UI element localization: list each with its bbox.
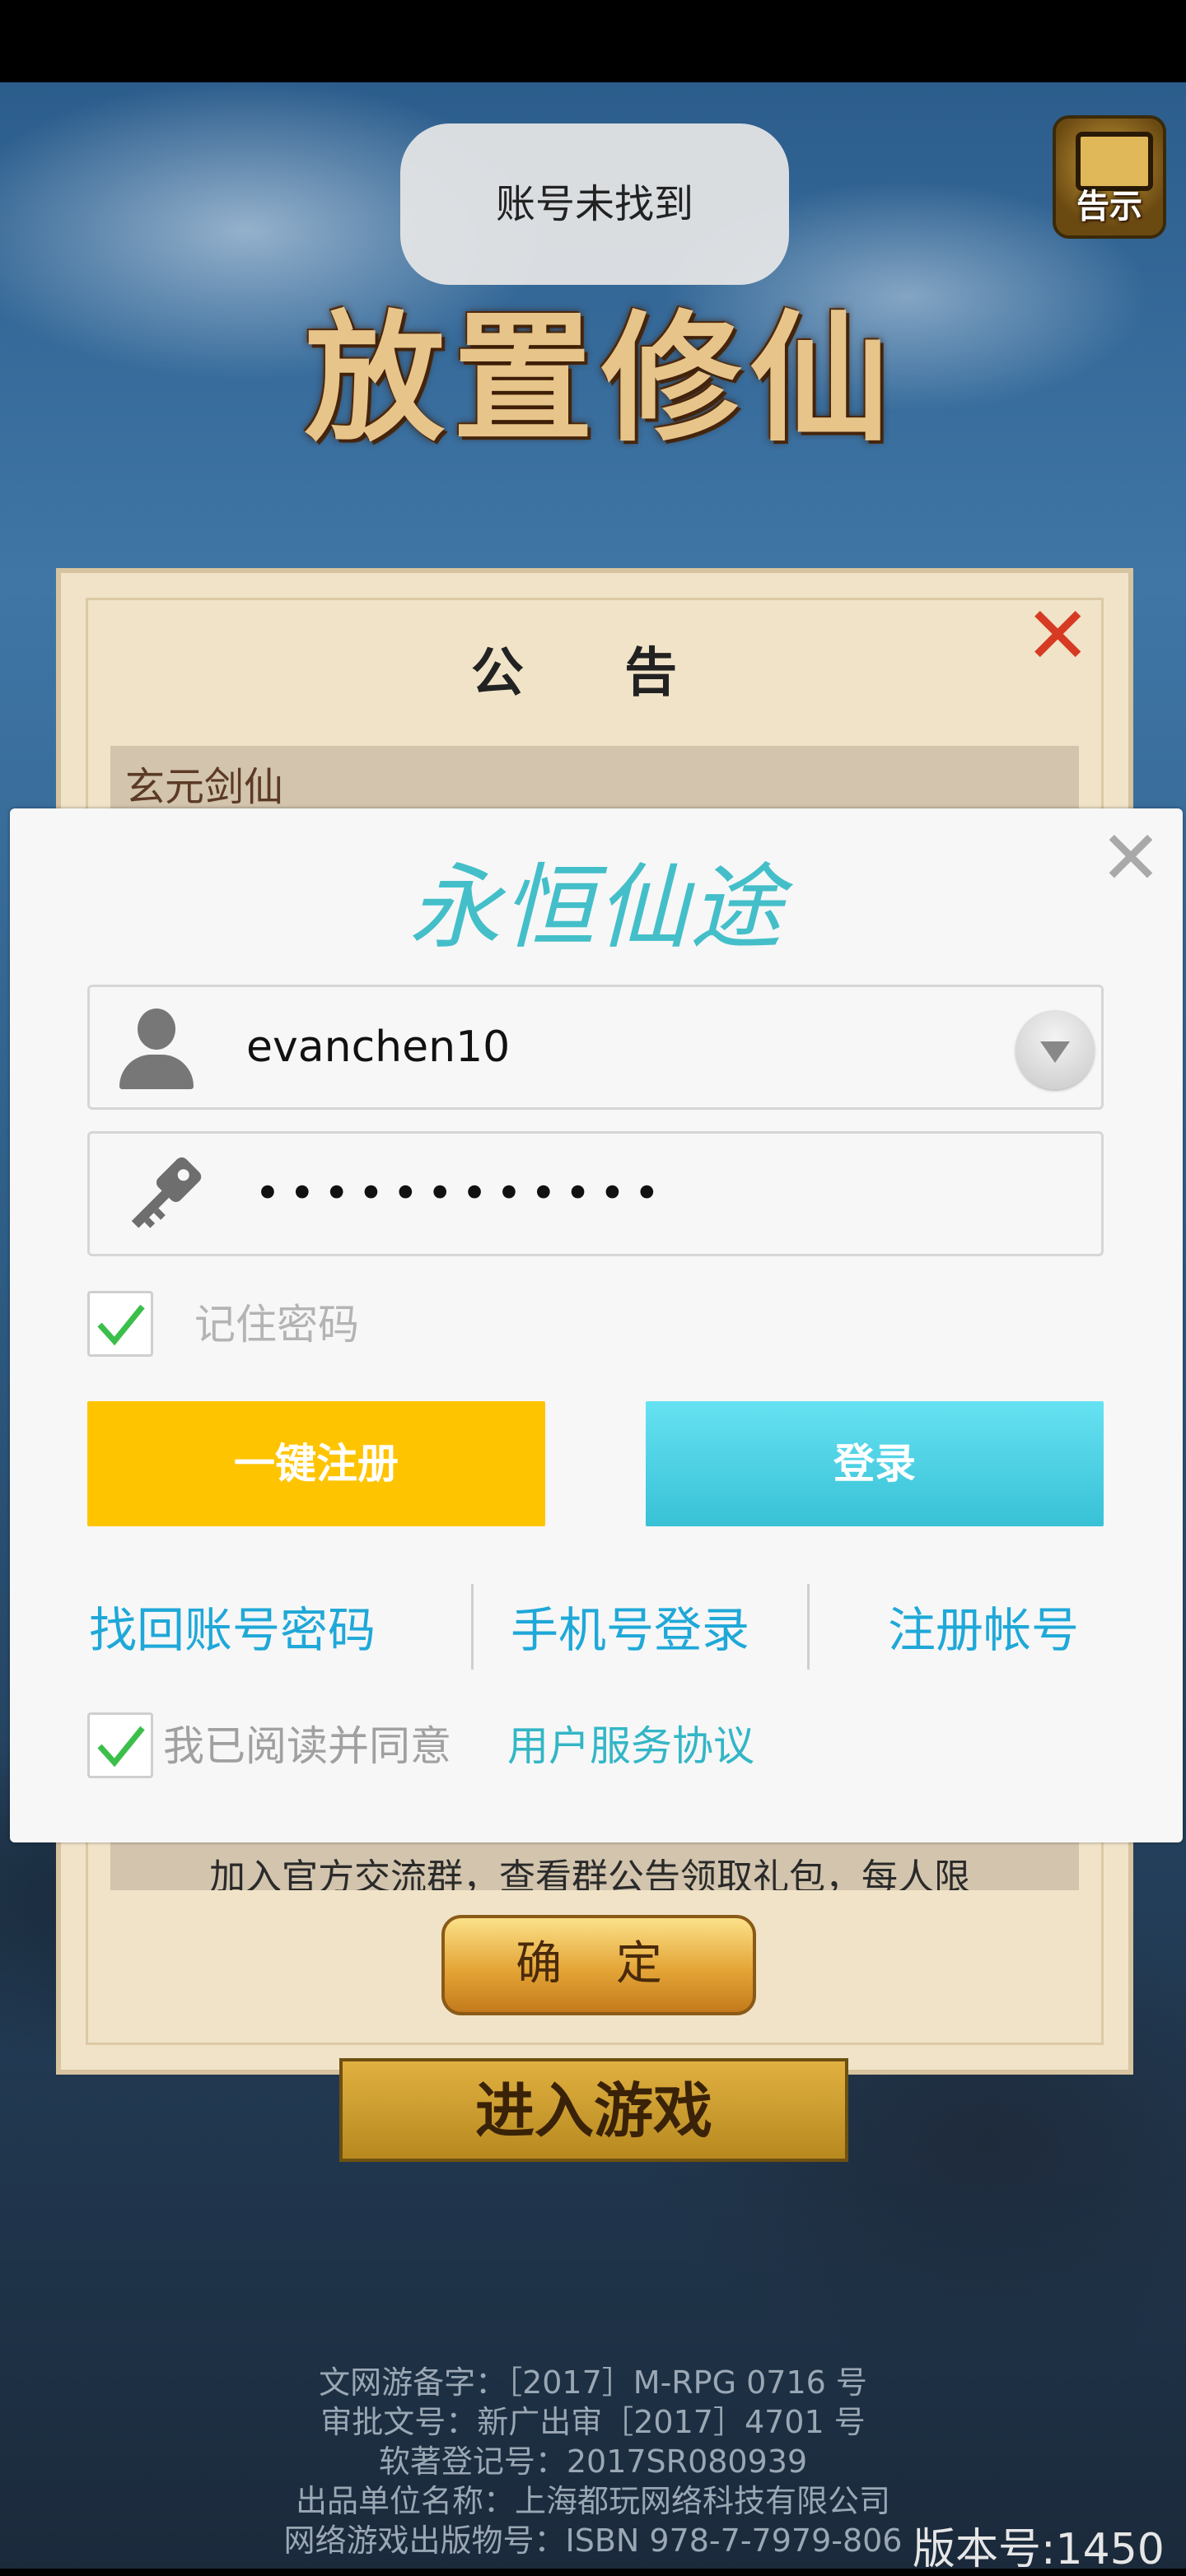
user-agreement-link[interactable]: 用户服务协议 xyxy=(507,1712,754,1780)
notice-board-label: 告示 xyxy=(1076,187,1142,226)
game-logo: 放置修仙 xyxy=(304,296,898,461)
signup-link[interactable]: 注册帐号 xyxy=(888,1589,1079,1671)
announcement-confirm-button[interactable]: 确 定 xyxy=(441,1915,756,2015)
announcement-close-icon[interactable]: ✕ xyxy=(1025,596,1090,675)
login-dialog: ✕ 永恒仙途 evanchen10 •••••••••••• 记住密码 一键注册… xyxy=(10,808,1183,1842)
toast-message: 账号未找到 xyxy=(400,123,789,285)
remember-password-label: 记住密码 xyxy=(194,1301,359,1349)
quick-register-button[interactable]: 一键注册 xyxy=(87,1401,545,1526)
link-divider xyxy=(471,1584,474,1670)
footer-line: 文网游备字：［2017］M-RPG 0716 号 xyxy=(319,2364,867,2401)
username-field[interactable]: evanchen10 xyxy=(87,985,1104,1110)
password-value: •••••••••••• xyxy=(254,1167,669,1219)
notice-board-button[interactable]: 告示 xyxy=(1053,115,1166,239)
password-field[interactable]: •••••••••••• xyxy=(87,1131,1104,1256)
key-icon xyxy=(118,1150,208,1241)
phone-login-link[interactable]: 手机号登录 xyxy=(511,1589,749,1671)
announcement-body: 加入官方交流群，查看群公告领取礼包，每人限 xyxy=(110,1841,1079,1890)
brand-logo: 永恒仙途 xyxy=(409,855,784,962)
check-icon xyxy=(97,1726,145,1768)
version-label: 版本号:1450 xyxy=(913,2525,1165,2574)
footer-line: 审批文号：新广出审［2017］4701 号 xyxy=(320,2404,866,2440)
recover-account-link[interactable]: 找回账号密码 xyxy=(89,1589,376,1671)
agree-terms-label: 我已阅读并同意 xyxy=(163,1722,451,1770)
remember-password-checkbox[interactable] xyxy=(87,1291,153,1357)
footer-line: 软著登记号：2017SR080939 xyxy=(378,2443,808,2480)
username-value: evanchen10 xyxy=(246,1022,511,1072)
status-bar xyxy=(0,0,1186,82)
login-button[interactable]: 登录 xyxy=(646,1401,1104,1526)
chevron-down-icon[interactable] xyxy=(1016,1010,1095,1089)
link-divider xyxy=(807,1584,810,1670)
announcement-title: 公 告 xyxy=(470,642,719,704)
check-icon xyxy=(97,1304,145,1346)
agree-terms-checkbox[interactable] xyxy=(87,1712,153,1778)
enter-game-button[interactable]: 进入游戏 xyxy=(339,2058,848,2162)
user-icon xyxy=(114,1009,197,1091)
